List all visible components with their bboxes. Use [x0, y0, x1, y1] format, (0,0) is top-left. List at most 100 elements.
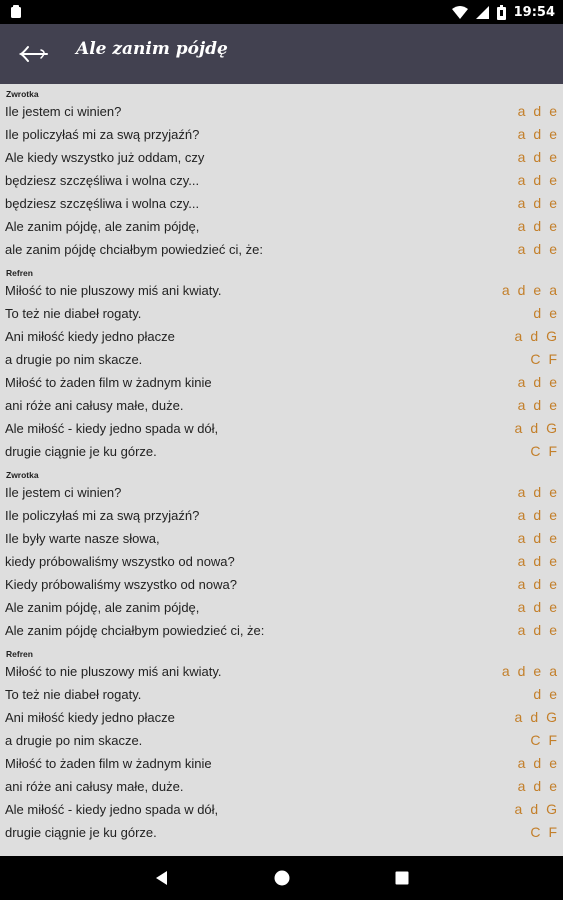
chord[interactable]: d — [533, 192, 541, 215]
chord[interactable]: a — [518, 123, 526, 146]
chord[interactable]: e — [549, 169, 557, 192]
chord[interactable]: a — [518, 146, 526, 169]
chord[interactable]: C — [530, 729, 540, 752]
chord[interactable]: a — [518, 100, 526, 123]
chord[interactable]: d — [533, 683, 541, 706]
chord[interactable]: a — [518, 752, 526, 775]
chord[interactable]: a — [502, 279, 510, 302]
chord[interactable]: e — [549, 752, 557, 775]
chord[interactable]: e — [549, 123, 557, 146]
chord-group: ade — [518, 504, 557, 527]
chord[interactable]: e — [549, 192, 557, 215]
recents-square-icon[interactable] — [392, 868, 412, 888]
chord[interactable]: d — [530, 325, 538, 348]
chord[interactable]: d — [533, 573, 541, 596]
chord[interactable]: d — [518, 660, 526, 683]
lyric-line: Ile policzyłaś mi za swą przyjaźń? a d e — [0, 123, 563, 146]
chord[interactable]: a — [518, 619, 526, 642]
chord[interactable]: d — [533, 238, 541, 261]
back-triangle-icon[interactable] — [152, 868, 172, 888]
chord[interactable]: C — [530, 440, 540, 463]
chord[interactable]: a — [518, 394, 526, 417]
chord[interactable]: d — [530, 417, 538, 440]
chord[interactable]: d — [530, 798, 538, 821]
chord[interactable]: a — [518, 371, 526, 394]
chord[interactable]: d — [533, 302, 541, 325]
chord[interactable]: a — [518, 215, 526, 238]
chord[interactable]: F — [548, 440, 557, 463]
chord[interactable]: a — [518, 527, 526, 550]
chord[interactable]: d — [533, 100, 541, 123]
chord[interactable]: e — [549, 573, 557, 596]
lyric-text: kiedy próbowaliśmy wszystko od nowa? — [5, 554, 235, 569]
chord[interactable]: C — [530, 348, 540, 371]
chord[interactable]: G — [546, 706, 557, 729]
chord[interactable]: e — [549, 394, 557, 417]
chord[interactable]: a — [518, 596, 526, 619]
chord[interactable]: a — [515, 706, 523, 729]
chord[interactable]: F — [548, 821, 557, 844]
chord[interactable]: e — [549, 371, 557, 394]
chord[interactable]: e — [549, 504, 557, 527]
chord[interactable]: e — [549, 100, 557, 123]
chord[interactable]: e — [549, 683, 557, 706]
chord[interactable]: d — [533, 775, 541, 798]
chord[interactable]: d — [533, 394, 541, 417]
chord[interactable]: a — [518, 192, 526, 215]
chord[interactable]: e — [533, 660, 541, 683]
chord[interactable]: a — [518, 481, 526, 504]
chord[interactable]: d — [533, 481, 541, 504]
chord[interactable]: F — [548, 348, 557, 371]
chord[interactable]: G — [546, 325, 557, 348]
chord[interactable]: d — [533, 123, 541, 146]
song-content[interactable]: Zwrotka Ile jestem ci winien? a d e Ile polic… — [0, 84, 563, 856]
chord[interactable]: d — [533, 504, 541, 527]
chord[interactable]: a — [518, 169, 526, 192]
chord[interactable]: d — [533, 596, 541, 619]
chord[interactable]: d — [533, 146, 541, 169]
chord[interactable]: e — [549, 619, 557, 642]
chord[interactable]: a — [515, 325, 523, 348]
lyric-line: Ale zanim pójdę chciałbym powiedzieć ci,… — [0, 619, 563, 642]
home-circle-icon[interactable] — [272, 868, 292, 888]
chord[interactable]: a — [518, 550, 526, 573]
chord[interactable]: a — [549, 279, 557, 302]
chord[interactable]: e — [549, 550, 557, 573]
chord[interactable]: d — [533, 619, 541, 642]
chord[interactable]: e — [549, 481, 557, 504]
chord[interactable]: a — [515, 417, 523, 440]
lyric-line: ani róże ani całusy małe, duże. a d e — [0, 394, 563, 417]
chord[interactable]: d — [533, 215, 541, 238]
chord[interactable]: d — [533, 371, 541, 394]
chord[interactable]: e — [549, 302, 557, 325]
chord[interactable]: F — [548, 729, 557, 752]
chord[interactable]: e — [549, 215, 557, 238]
chord[interactable]: e — [549, 527, 557, 550]
chord[interactable]: a — [518, 775, 526, 798]
chord[interactable]: d — [533, 752, 541, 775]
chord[interactable]: a — [549, 660, 557, 683]
chord[interactable]: d — [533, 169, 541, 192]
chord[interactable]: d — [533, 550, 541, 573]
chord[interactable]: e — [549, 146, 557, 169]
chord[interactable]: a — [518, 504, 526, 527]
chord[interactable]: a — [515, 798, 523, 821]
chord[interactable]: e — [549, 775, 557, 798]
lyric-text: Miłość to nie pluszowy miś ani kwiaty. — [5, 283, 222, 298]
lyric-text: Miłość to nie pluszowy miś ani kwiaty. — [5, 664, 222, 679]
chord[interactable]: d — [533, 527, 541, 550]
chord[interactable]: d — [518, 279, 526, 302]
chord[interactable]: e — [549, 238, 557, 261]
chord[interactable]: e — [549, 596, 557, 619]
back-button[interactable] — [14, 38, 54, 70]
chord[interactable]: d — [530, 706, 538, 729]
lyric-line: drugie ciągnie je ku górze. C F — [0, 440, 563, 463]
chord[interactable]: a — [518, 573, 526, 596]
chord[interactable]: G — [546, 798, 557, 821]
chord[interactable]: a — [518, 238, 526, 261]
chord[interactable]: C — [530, 821, 540, 844]
chord[interactable]: G — [546, 417, 557, 440]
chord-group: CF — [530, 821, 557, 844]
chord[interactable]: a — [502, 660, 510, 683]
chord[interactable]: e — [533, 279, 541, 302]
